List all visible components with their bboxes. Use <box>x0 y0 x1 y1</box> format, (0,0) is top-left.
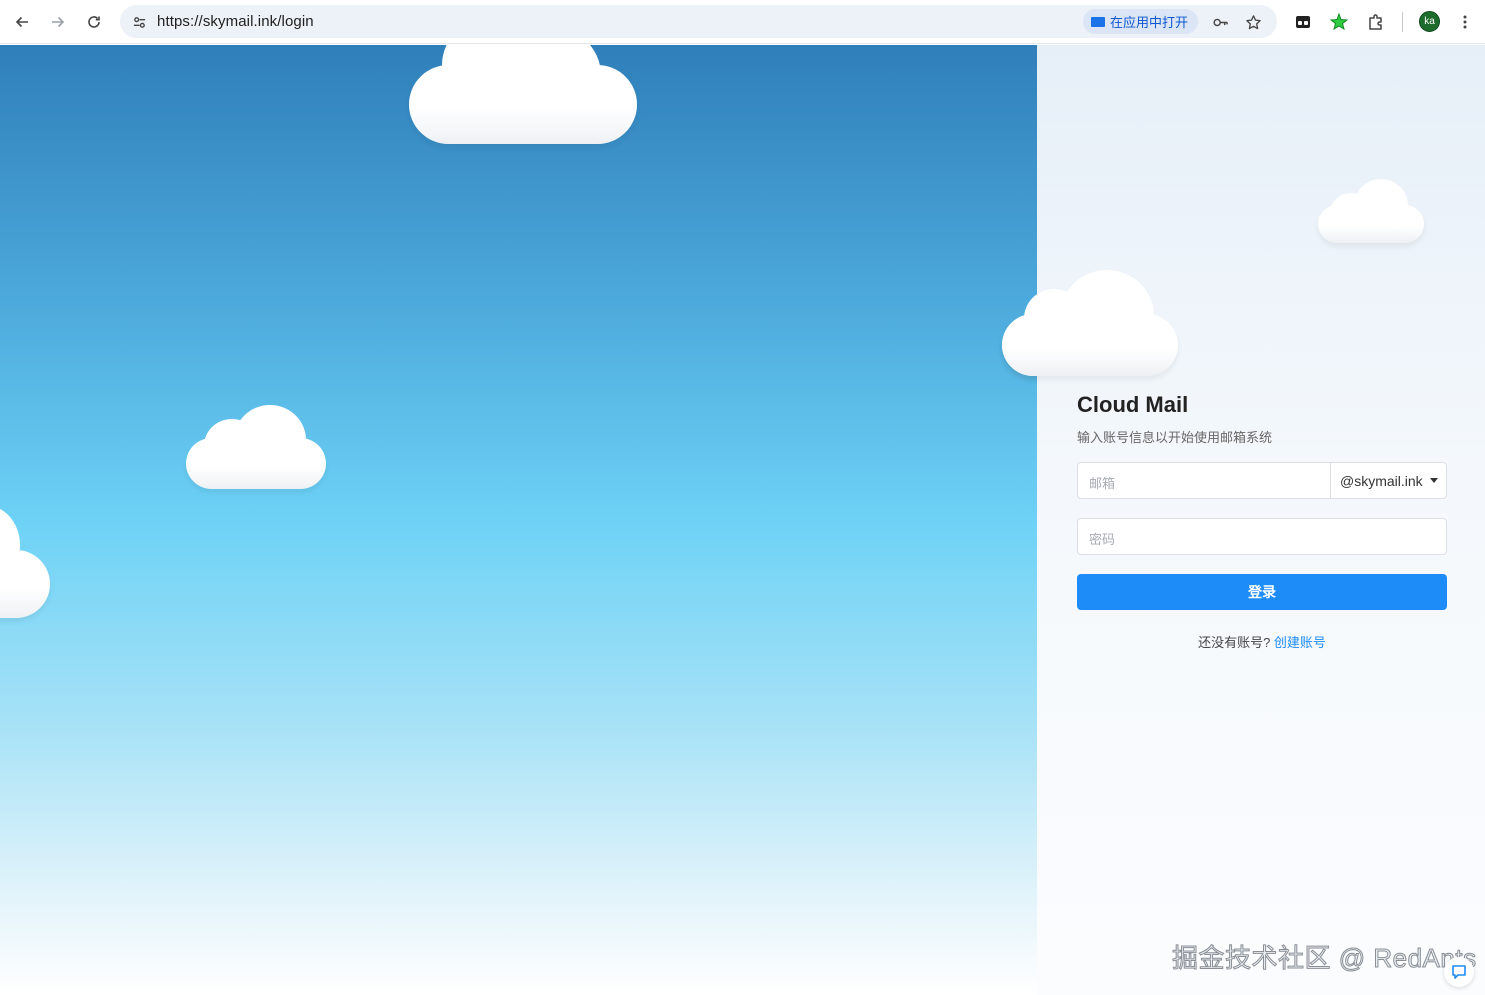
address-bar[interactable]: https://skymail.ink/login 在应用中打开 <box>120 5 1277 38</box>
caret-down-icon <box>1429 478 1438 483</box>
sky-background <box>0 45 1037 995</box>
profile-avatar[interactable]: ka <box>1419 11 1440 32</box>
cloud-decoration <box>186 403 326 489</box>
forward-button[interactable] <box>44 8 72 36</box>
forward-arrow-icon <box>52 16 65 28</box>
password-placeholder: 密码 <box>1089 532 1116 547</box>
cloud-decoration <box>409 45 637 145</box>
browser-toolbar: https://skymail.ink/login 在应用中打开 ka <box>0 0 1485 44</box>
email-placeholder: 邮箱 <box>1089 476 1116 491</box>
app-title: Cloud Mail <box>1077 392 1189 417</box>
create-account-link[interactable]: 创建账号 <box>1274 635 1326 650</box>
extensions-puzzle-icon[interactable] <box>1364 10 1388 34</box>
domain-value: @skymail.ink <box>1340 472 1423 489</box>
login-page: Cloud Mail 输入账号信息以开始使用邮箱系统 邮箱 @skymail.i… <box>0 45 1485 995</box>
no-account-text: 还没有账号? <box>1198 635 1271 650</box>
email-field[interactable]: 邮箱 @skymail.ink <box>1077 462 1447 499</box>
cloud-decoration <box>1318 179 1424 243</box>
watermark-text: 掘金技术社区 @ RedAnts <box>1172 943 1477 974</box>
login-button[interactable]: 登录 <box>1077 574 1447 610</box>
more-menu-icon[interactable] <box>1453 10 1477 34</box>
password-key-icon[interactable] <box>1209 11 1231 33</box>
signup-prompt: 还没有账号? 创建账号 <box>1077 632 1447 651</box>
cloud-decoration <box>0 505 50 618</box>
bookmark-star-icon[interactable] <box>1242 11 1264 33</box>
back-button[interactable] <box>8 8 36 36</box>
url-text[interactable]: https://skymail.ink/login <box>157 13 314 30</box>
chat-bubble-icon <box>1452 965 1466 979</box>
domain-select[interactable]: @skymail.ink <box>1330 463 1446 498</box>
reload-icon <box>88 16 100 28</box>
reload-button[interactable] <box>80 8 108 36</box>
open-in-app-button[interactable]: 在应用中打开 <box>1083 9 1199 34</box>
cloud-decoration <box>1002 269 1178 376</box>
toolbar-divider <box>1402 12 1403 32</box>
app-subtitle: 输入账号信息以开始使用邮箱系统 <box>1077 430 1273 445</box>
green-extension-icon[interactable] <box>1327 10 1351 34</box>
back-arrow-icon <box>15 16 28 28</box>
site-settings-icon[interactable] <box>127 10 151 34</box>
password-field[interactable]: 密码 <box>1077 518 1447 555</box>
feedback-button[interactable] <box>1444 957 1474 987</box>
app-window-icon <box>1091 16 1105 27</box>
open-in-app-label: 在应用中打开 <box>1110 15 1189 30</box>
incognito-extension-icon[interactable] <box>1291 10 1315 34</box>
